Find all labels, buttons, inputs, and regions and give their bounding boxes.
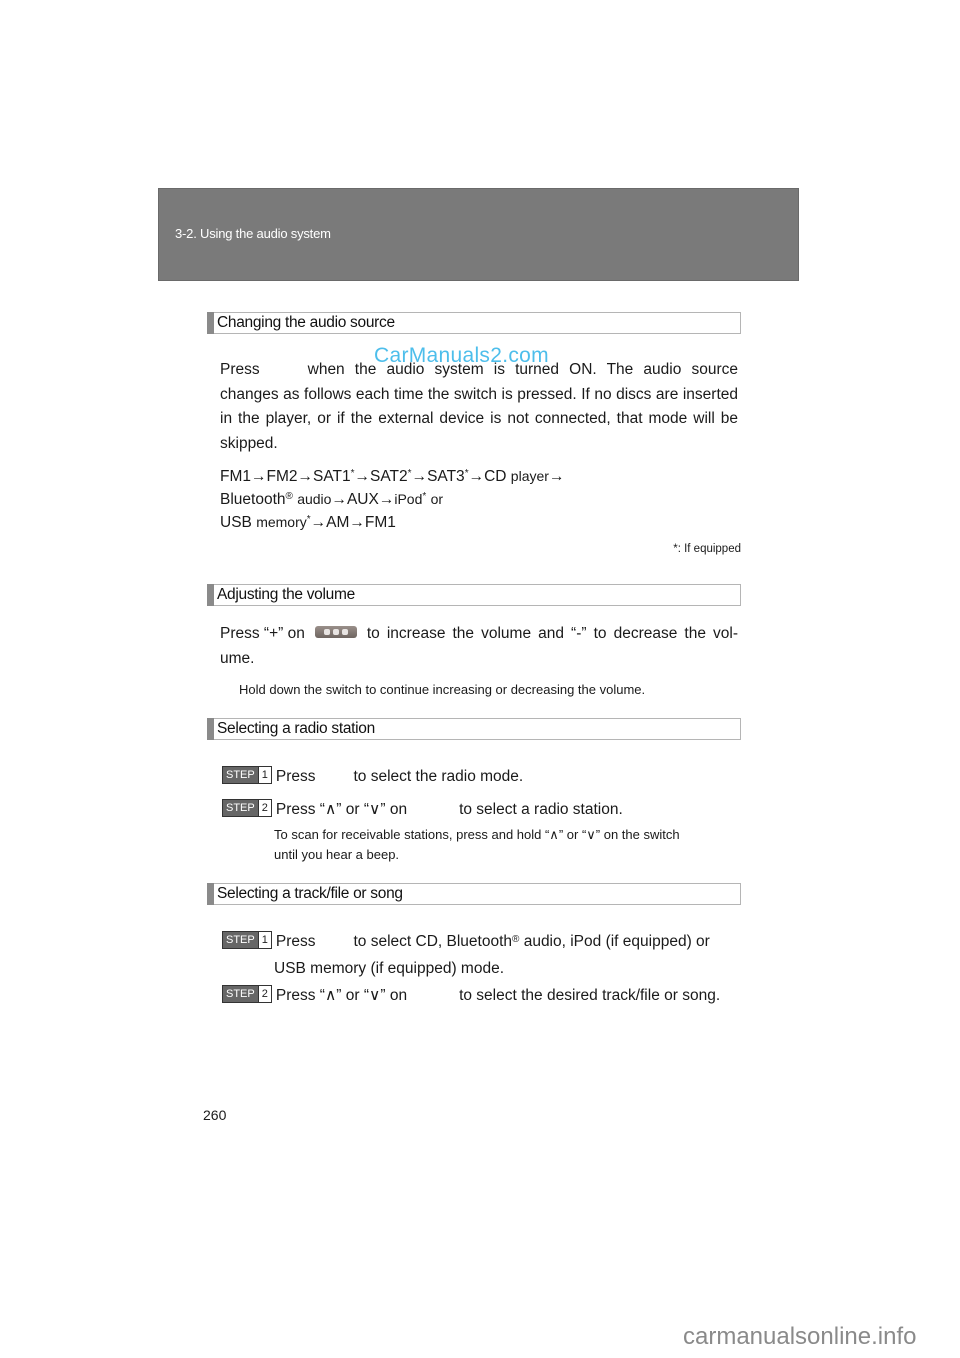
step-text: to select the desired track/file or song… bbox=[459, 987, 721, 1004]
section-heading-track: Selecting a track/file or song bbox=[207, 883, 741, 905]
text-part: Press “+” on bbox=[220, 625, 305, 642]
section-heading-radio: Selecting a radio station bbox=[207, 718, 741, 740]
watermark-carmanuals2: CarManuals2.com bbox=[374, 344, 549, 367]
section-heading-volume: Adjusting the volume bbox=[207, 584, 741, 606]
section-heading-audio-source: Changing the audio source bbox=[207, 312, 741, 334]
track-step-2: STEP 2 Press “∧” or “∨” on to select the de… bbox=[222, 983, 720, 1009]
chapter-header: 3-2. Using the audio system bbox=[158, 188, 799, 281]
step-text: to select the radio mode. bbox=[353, 768, 524, 785]
heading-bar bbox=[207, 584, 214, 606]
paragraph-rest: changes as follows each time the switch … bbox=[220, 385, 738, 452]
watermark-carmanualsonline: carmanualsonline.info bbox=[683, 1323, 917, 1350]
step-badge: STEP 1 bbox=[222, 930, 272, 949]
page-number: 260 bbox=[203, 1107, 227, 1123]
text-part: ume. bbox=[220, 649, 255, 667]
step-badge: STEP 2 bbox=[222, 798, 272, 817]
step-text: to select CD, Bluetooth® audio, iPod (if… bbox=[353, 933, 710, 950]
chapter-title: 3-2. Using the audio system bbox=[175, 226, 331, 241]
section-title: Adjusting the volume bbox=[217, 586, 355, 603]
heading-bar bbox=[207, 883, 214, 905]
press-text: Press bbox=[220, 361, 260, 378]
footnote-if-equipped: *: If equipped bbox=[673, 543, 741, 555]
step-press: Press “∧” or “∨” on bbox=[275, 987, 408, 1004]
radio-scan-note: To scan for receivable stations, press a… bbox=[274, 825, 680, 865]
text-part: to increase the volume and “-” to decrea… bbox=[366, 625, 738, 642]
step-press: Press bbox=[275, 768, 316, 785]
step-badge: STEP 2 bbox=[222, 984, 272, 1003]
flow-line-2: Bluetooth® audio→AUX→iPod* or bbox=[220, 491, 444, 508]
volume-paragraph: Press “+” on to increase the volume and … bbox=[220, 622, 738, 671]
section-title: Selecting a radio station bbox=[217, 720, 375, 737]
flow-line-3: USB memory*→AM→FM1 bbox=[220, 514, 396, 531]
step-press: Press bbox=[275, 933, 316, 950]
flow-line-1: FM1→FM2→SAT1*→SAT2*→SAT3*→CD player→ bbox=[220, 468, 565, 485]
radio-step-1: STEP 1 Press to select the radio mode. bbox=[222, 764, 523, 790]
step-badge: STEP 1 bbox=[222, 765, 272, 784]
track-step-1-continued: USB memory (if equipped) mode. bbox=[274, 960, 505, 977]
note-line: until you hear a beep. bbox=[274, 847, 400, 862]
radio-step-2: STEP 2 Press “∧” or “∨” on to select a radi… bbox=[222, 797, 623, 823]
section-title: Selecting a track/file or song bbox=[217, 885, 403, 902]
note-line: To scan for receivable stations, press a… bbox=[274, 827, 680, 842]
track-step-1: STEP 1 Press to select CD, Bluetooth® audio… bbox=[222, 929, 710, 955]
volume-switch-icon bbox=[314, 626, 357, 639]
heading-bar bbox=[207, 718, 214, 740]
heading-bar bbox=[207, 312, 214, 334]
step-press: Press “∧” or “∨” on bbox=[275, 801, 408, 818]
audio-source-paragraph: Press when the audio system is turned ON… bbox=[220, 358, 738, 456]
step-text: to select a radio station. bbox=[459, 801, 623, 818]
section-title: Changing the audio source bbox=[217, 314, 395, 331]
source-cycle-sequence: FM1→FM2→SAT1*→SAT2*→SAT3*→CD player→ Blu… bbox=[220, 465, 564, 534]
volume-note: Hold down the switch to continue increas… bbox=[239, 682, 646, 697]
